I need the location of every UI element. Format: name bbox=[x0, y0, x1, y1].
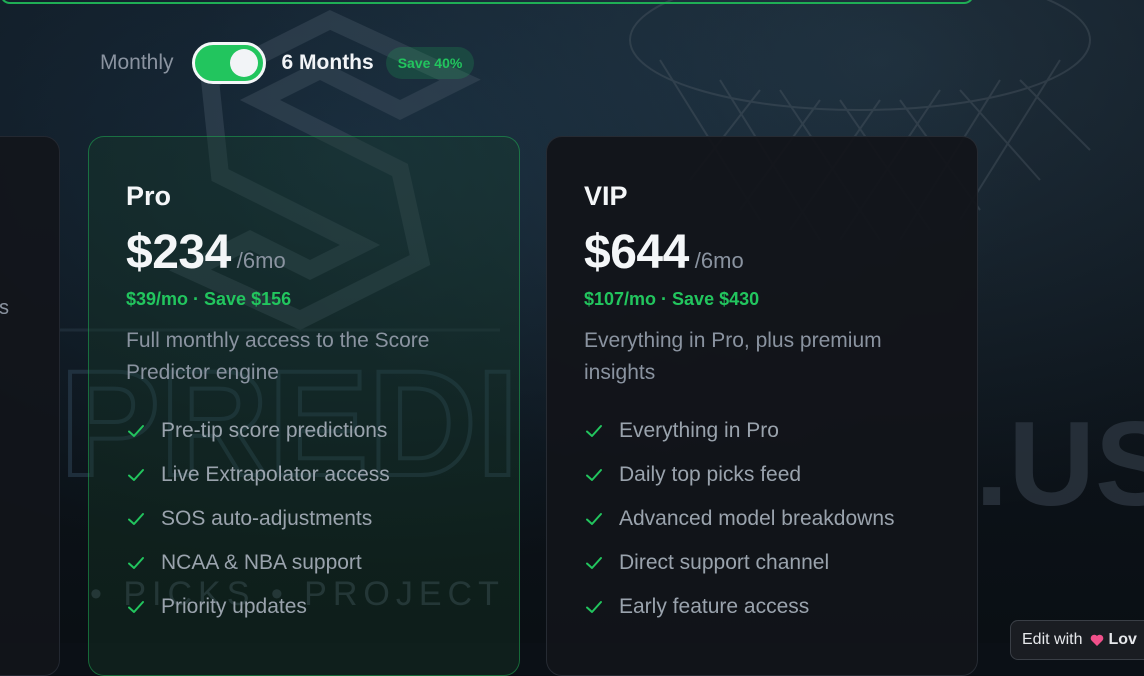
feature-item: Daily top picks feed bbox=[584, 453, 895, 497]
feature-text: Everything in Pro bbox=[619, 419, 779, 442]
background-brand-suffix: .US bbox=[975, 397, 1144, 531]
feature-text: Direct support channel bbox=[619, 551, 830, 574]
feature-item: Advanced model breakdowns bbox=[584, 497, 895, 541]
feature-item: Everything in Pro bbox=[584, 409, 895, 453]
check-icon bbox=[584, 597, 604, 617]
feature-item: Direct support channel bbox=[584, 541, 895, 585]
feature-item: SOS auto-adjustments bbox=[126, 497, 390, 541]
check-icon bbox=[584, 553, 604, 573]
edit-brand-name: Lov bbox=[1108, 631, 1137, 648]
check-icon bbox=[584, 465, 604, 485]
six-months-label[interactable]: 6 Months bbox=[282, 51, 374, 75]
feature-list: Pre-tip score predictions Live Extrapola… bbox=[126, 409, 390, 629]
feature-text: Daily top picks feed bbox=[619, 463, 802, 486]
edit-with-badge[interactable]: Edit with Lov bbox=[1010, 620, 1144, 660]
check-icon bbox=[126, 553, 146, 573]
check-icon bbox=[126, 421, 146, 441]
partial-card-text: s bbox=[0, 297, 9, 319]
switch-knob bbox=[229, 49, 258, 77]
feature-item: Live Extrapolator access bbox=[126, 453, 390, 497]
check-icon bbox=[126, 597, 146, 617]
plan-period: /6mo bbox=[694, 248, 744, 273]
plan-period: /6mo bbox=[236, 248, 286, 273]
plan-price: $234 bbox=[126, 226, 231, 279]
feature-text: Live Extrapolator access bbox=[161, 463, 390, 486]
plan-card-pro: Pro $234 /6mo $39/mo · Save $156 Full mo… bbox=[88, 136, 520, 676]
billing-period-toggle: Monthly 6 Months Save 40% bbox=[100, 38, 475, 88]
per-month-savings: $107/mo · Save $430 bbox=[584, 289, 760, 309]
feature-text: Priority updates bbox=[161, 595, 307, 618]
feature-list: Everything in Pro Daily top picks feed A… bbox=[584, 409, 895, 629]
check-icon bbox=[126, 465, 146, 485]
feature-item: NCAA & NBA support bbox=[126, 541, 390, 585]
feature-text: Pre-tip score predictions bbox=[161, 419, 388, 442]
plan-card-partial: s bbox=[0, 136, 60, 676]
billing-switch[interactable] bbox=[191, 42, 266, 84]
check-icon bbox=[584, 509, 604, 529]
feature-text: Early feature access bbox=[619, 595, 810, 618]
price-row: $234 /6mo bbox=[126, 225, 286, 280]
per-month-savings: $39/mo · Save $156 bbox=[126, 289, 292, 309]
plan-price: $644 bbox=[584, 226, 689, 279]
check-icon bbox=[584, 421, 604, 441]
check-icon bbox=[126, 509, 146, 529]
feature-item: Pre-tip score predictions bbox=[126, 409, 390, 453]
edit-with-label: Edit with bbox=[1022, 631, 1083, 648]
top-highlight-bar bbox=[0, 0, 974, 4]
plan-description: Everything in Pro, plus premium insights bbox=[584, 329, 882, 384]
plan-name: VIP bbox=[584, 181, 628, 211]
feature-item: Early feature access bbox=[584, 585, 895, 629]
plan-name: Pro bbox=[126, 181, 172, 211]
savings-badge: Save 40% bbox=[385, 47, 475, 79]
plan-card-vip: VIP $644 /6mo $107/mo · Save $430 Everyt… bbox=[546, 136, 978, 676]
feature-text: NCAA & NBA support bbox=[161, 551, 362, 574]
feature-text: Advanced model breakdowns bbox=[619, 507, 895, 530]
price-row: $644 /6mo bbox=[584, 225, 744, 280]
feature-text: SOS auto-adjustments bbox=[161, 507, 373, 530]
monthly-label[interactable]: Monthly bbox=[100, 51, 174, 75]
heart-icon bbox=[1090, 633, 1104, 647]
plan-description: Full monthly access to the Score Predict… bbox=[126, 329, 430, 384]
feature-item: Priority updates bbox=[126, 585, 390, 629]
